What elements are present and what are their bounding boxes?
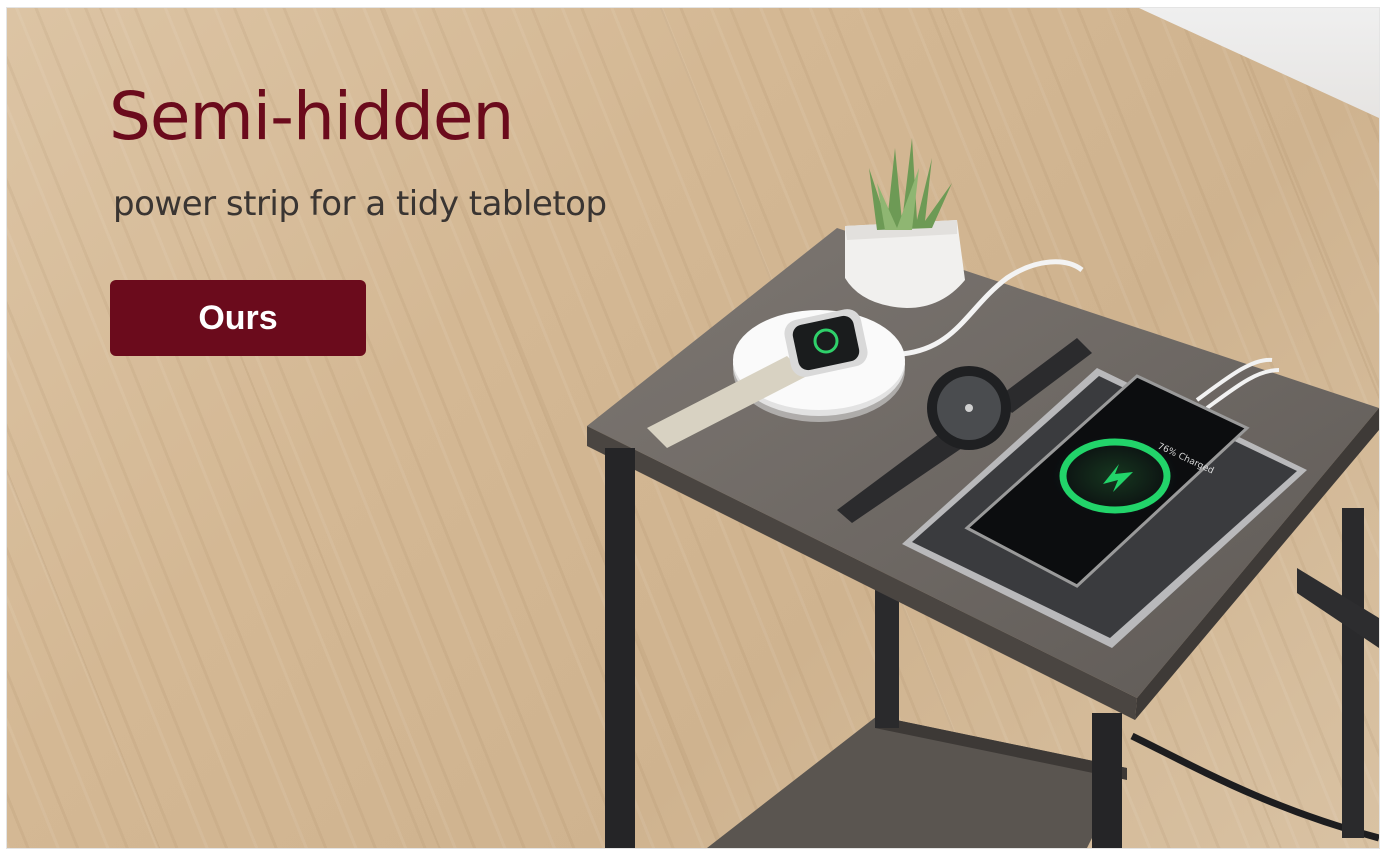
product-banner: 76% Charged Semi-hidden power strip for …: [6, 7, 1380, 849]
table-leg-front-left: [605, 448, 635, 848]
potted-plant: [845, 138, 965, 308]
table-leg-front-right: [1092, 713, 1122, 848]
table-leg-back-right: [1342, 508, 1364, 838]
side-brace: [1297, 568, 1379, 648]
ours-button[interactable]: Ours: [110, 280, 366, 356]
subheadline: power strip for a tidy tabletop: [113, 184, 607, 224]
lower-shelf: [707, 716, 1127, 848]
table-leg-back: [875, 588, 899, 728]
headline: Semi-hidden: [109, 78, 514, 155]
power-cord: [1130, 732, 1379, 842]
